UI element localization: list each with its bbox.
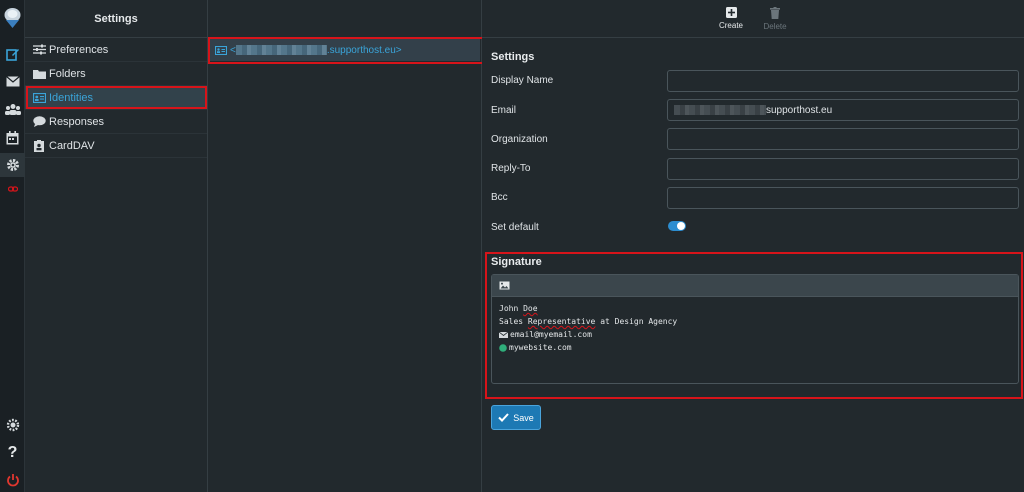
- identity-row[interactable]: < .supporthost.eu>: [210, 39, 480, 61]
- bcc-input[interactable]: [667, 187, 1019, 209]
- organization-input[interactable]: [667, 128, 1019, 150]
- signature-role-part: Representative: [527, 317, 596, 326]
- settings-icon[interactable]: [0, 153, 25, 177]
- trash-icon: [770, 6, 780, 19]
- id-card-icon: [215, 45, 227, 55]
- identities-list: < .supporthost.eu>: [208, 0, 482, 492]
- settings-section-title: Settings: [491, 51, 535, 63]
- signature-role-part: at Design Agency: [600, 317, 678, 326]
- nav-item-preferences[interactable]: Preferences: [25, 38, 207, 62]
- logout-icon[interactable]: [0, 468, 25, 492]
- redacted-email-mask: [674, 105, 766, 115]
- toolbar: Create Delete: [482, 0, 1024, 38]
- signature-website-line: mywebsite.com: [499, 341, 1011, 354]
- nav-title: Settings: [25, 0, 207, 38]
- signature-editor[interactable]: John Doe Sales Representative at Design …: [491, 274, 1019, 384]
- identity-settings-panel: Create Delete Settings Display Name Emai…: [482, 0, 1024, 492]
- reply-to-label: Reply-To: [491, 163, 531, 174]
- signature-email: email@myemail.com: [510, 330, 592, 339]
- signature-toolbar: [492, 275, 1018, 297]
- list-header: [208, 0, 481, 38]
- signature-last-name: Doe: [523, 304, 538, 313]
- redacted-email-mask: [235, 45, 327, 55]
- insert-image-icon[interactable]: [499, 281, 510, 290]
- signature-section-title: Signature: [491, 256, 542, 268]
- plus-square-icon: [725, 7, 737, 18]
- display-name-input[interactable]: [667, 70, 1019, 92]
- signature-email-line: email@myemail.com: [499, 328, 1011, 341]
- nav-item-label: Responses: [49, 115, 105, 128]
- email-input[interactable]: supporthost.eu: [667, 99, 1019, 121]
- id-card-icon: [32, 91, 46, 105]
- app-window: ? Settings Preferences Folders Identitie…: [0, 0, 1024, 492]
- reply-to-input[interactable]: [667, 158, 1019, 180]
- save-label: Save: [513, 412, 534, 423]
- globe-icon: [499, 343, 507, 352]
- compose-icon[interactable]: [0, 42, 25, 66]
- create-button[interactable]: Create: [716, 0, 746, 37]
- contacts-icon[interactable]: [0, 97, 25, 121]
- nav-item-identities[interactable]: Identities: [25, 86, 207, 110]
- mail-icon[interactable]: [0, 69, 25, 93]
- nav-item-label: CardDAV: [49, 139, 95, 152]
- email-value-suffix: supporthost.eu: [766, 104, 833, 116]
- settings-nav: Settings Preferences Folders Identities …: [25, 0, 208, 492]
- organization-label: Organization: [491, 134, 548, 145]
- help-icon[interactable]: ?: [0, 441, 25, 465]
- check-icon: [498, 413, 509, 422]
- nav-item-carddav[interactable]: CardDAV: [25, 134, 207, 158]
- signature-role-line: Sales Representative at Design Agency: [499, 315, 1011, 328]
- set-default-toggle[interactable]: [668, 221, 686, 231]
- display-name-label: Display Name: [491, 75, 554, 86]
- app-rail: ?: [0, 0, 25, 492]
- nav-item-folders[interactable]: Folders: [25, 62, 207, 86]
- nav-item-responses[interactable]: Responses: [25, 110, 207, 134]
- signature-body[interactable]: John Doe Sales Representative at Design …: [492, 297, 1018, 359]
- signature-name-line: John Doe: [499, 302, 1011, 315]
- sliders-icon: [32, 43, 46, 57]
- envelope-icon: [499, 331, 508, 338]
- nav-item-label: Identities: [49, 91, 94, 104]
- nav-item-label: Preferences: [49, 43, 109, 56]
- nav-item-label: Folders: [49, 67, 86, 80]
- app-logo-icon: [3, 7, 22, 29]
- signature-first-name: John: [499, 304, 519, 313]
- save-button[interactable]: Save: [491, 405, 541, 430]
- folder-icon: [32, 67, 46, 81]
- address-book-icon: [32, 139, 46, 153]
- signature-role-part: Sales: [499, 317, 524, 326]
- delete-button[interactable]: Delete: [760, 0, 790, 37]
- bcc-label: Bcc: [491, 192, 508, 203]
- signature-website: mywebsite.com: [509, 343, 572, 352]
- comment-icon: [32, 115, 46, 129]
- create-label: Create: [718, 21, 743, 30]
- delete-label: Delete: [763, 21, 787, 31]
- identity-domain: .supporthost.eu>: [326, 44, 402, 56]
- email-label: Email: [491, 105, 517, 116]
- calendar-icon[interactable]: [0, 126, 25, 150]
- about-icon[interactable]: [0, 413, 25, 437]
- set-default-label: Set default: [491, 222, 539, 233]
- link-icon[interactable]: [0, 177, 25, 201]
